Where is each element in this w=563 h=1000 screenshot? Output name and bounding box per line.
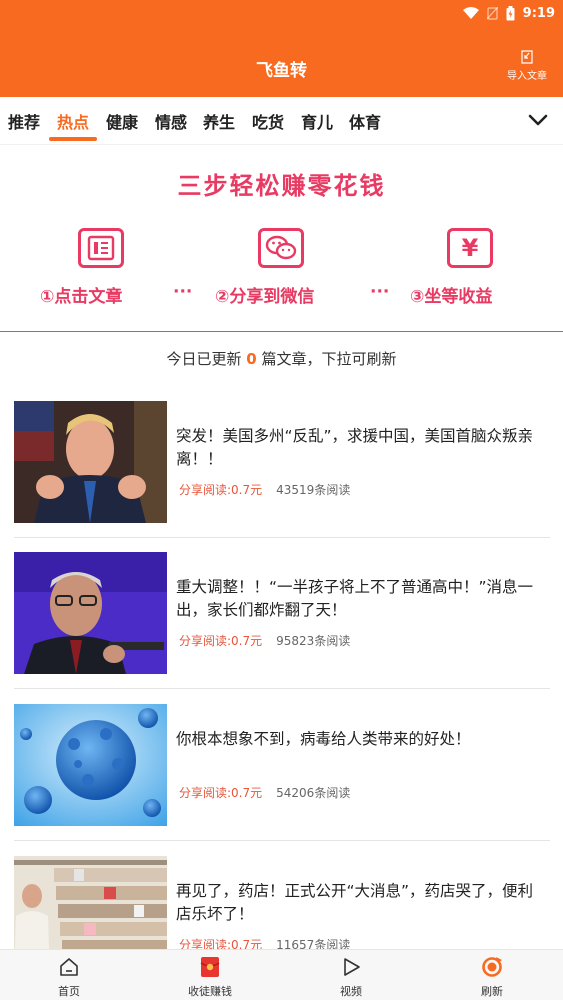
nav-home-label: 首页: [58, 985, 80, 998]
refresh-hint-prefix: 今日已更新: [166, 350, 247, 368]
video-play-icon: [344, 958, 360, 976]
divider: [14, 840, 550, 841]
refresh-hint: 今日已更新 0 篇文章，下拉可刷新: [0, 348, 563, 369]
share-reward: 分享阅读:0.7元: [179, 786, 263, 800]
share-reward: 分享阅读:0.7元: [179, 634, 263, 648]
article-meta: 分享阅读:0.7元 95823条阅读: [179, 632, 350, 649]
tab-wellness[interactable]: 养生: [203, 109, 235, 133]
refresh-icon: [482, 957, 502, 977]
tab-health[interactable]: 健康: [106, 109, 138, 133]
tab-recommend[interactable]: 推荐: [8, 109, 40, 133]
no-sim-icon: [486, 6, 498, 20]
step-wait-earnings: ③坐等收益: [410, 287, 493, 307]
article-item[interactable]: 重大调整！！“一半孩子将上不了普通高中！”消息一出，家长们都炸翻了天！ 分享阅读…: [14, 552, 550, 674]
step-click-article: ①点击文章: [40, 287, 123, 307]
yuan-symbol: ¥: [461, 234, 479, 262]
refresh-hint-suffix: 篇文章，下拉可刷新: [256, 350, 397, 368]
article-thumbnail: [14, 704, 167, 826]
read-count: 95823条阅读: [276, 634, 351, 648]
category-tabs: 推荐 热点 健康 情感 养生 吃货 育儿 体育: [0, 97, 563, 145]
nav-invite-earn[interactable]: 收徒赚钱: [165, 950, 255, 1000]
divider: [14, 537, 550, 538]
article-title: 再见了，药店！正式公开“大消息”，药店哭了，便利店乐坏了！: [176, 882, 534, 923]
tab-parenting[interactable]: 育儿: [301, 109, 333, 133]
chevron-down-icon[interactable]: [527, 111, 549, 129]
step-separator: ···: [173, 282, 193, 302]
active-tab-indicator: [49, 137, 97, 141]
tab-emotion[interactable]: 情感: [155, 109, 187, 133]
battery-icon: [506, 5, 515, 20]
article-meta: 分享阅读:0.7元 54206条阅读: [179, 784, 350, 801]
article-title: 突发！美国多州“反乱”，求援中国，美国首脑众叛亲离！！: [176, 427, 534, 468]
nav-video[interactable]: 视频: [306, 950, 396, 1000]
step-share-wechat: ②分享到微信: [215, 287, 315, 307]
nav-invite-earn-label: 收徒赚钱: [188, 985, 232, 998]
article-meta: 分享阅读:0.7元 43519条阅读: [179, 481, 350, 498]
tab-foodie[interactable]: 吃货: [252, 109, 284, 133]
banner-title: 三步轻松赚零花钱: [177, 172, 386, 200]
status-bar: 9:19: [462, 4, 555, 22]
status-time: 9:19: [522, 5, 555, 21]
article-thumbnail: [14, 552, 167, 674]
app-screen: 9:19 飞鱼转 导入文章 推荐 热点 健康 情感 养生 吃货 育儿 体育 三步…: [0, 0, 563, 1000]
tab-sports[interactable]: 体育: [349, 109, 381, 133]
article-title: 重大调整！！“一半孩子将上不了普通高中！”消息一出，家长们都炸翻了天！: [176, 578, 534, 619]
import-article-label: 导入文章: [507, 71, 547, 82]
nav-video-label: 视频: [340, 985, 362, 998]
earn-money-banner[interactable]: 三步轻松赚零花钱 ¥ ①点击文章 ··· ②分享到微信 ··· ③坐等收益: [0, 146, 563, 332]
red-envelope-icon: [200, 957, 220, 977]
yuan-icon: ¥: [447, 228, 493, 268]
article-title: 你根本想象不到，病毒给人类带来的好处！: [176, 730, 471, 748]
bottom-nav: 首页 收徒赚钱 视频 刷新: [0, 949, 563, 1000]
article-thumbnail: [14, 401, 167, 523]
article-item[interactable]: 你根本想象不到，病毒给人类带来的好处！ 分享阅读:0.7元 54206条阅读: [14, 704, 550, 826]
article-item[interactable]: 突发！美国多州“反乱”，求援中国，美国首脑众叛亲离！！ 分享阅读:0.7元 435…: [14, 401, 550, 523]
page-title: 飞鱼转: [256, 61, 307, 81]
app-header: 9:19 飞鱼转 导入文章: [0, 0, 563, 97]
home-icon: [60, 958, 78, 976]
read-count: 54206条阅读: [276, 786, 351, 800]
nav-home[interactable]: 首页: [24, 950, 114, 1000]
wechat-icon: [258, 228, 304, 268]
tab-hot[interactable]: 热点: [57, 109, 89, 133]
step-separator: ···: [370, 282, 390, 302]
import-icon: [521, 50, 533, 64]
updated-count: 0: [246, 350, 257, 368]
read-count: 43519条阅读: [276, 483, 351, 497]
nav-refresh[interactable]: 刷新: [447, 950, 537, 1000]
wifi-icon: [462, 7, 479, 19]
nav-refresh-label: 刷新: [481, 985, 503, 998]
share-reward: 分享阅读:0.7元: [179, 483, 263, 497]
divider: [14, 688, 550, 689]
article-icon: [78, 228, 124, 268]
import-article-button[interactable]: 导入文章: [503, 50, 551, 82]
